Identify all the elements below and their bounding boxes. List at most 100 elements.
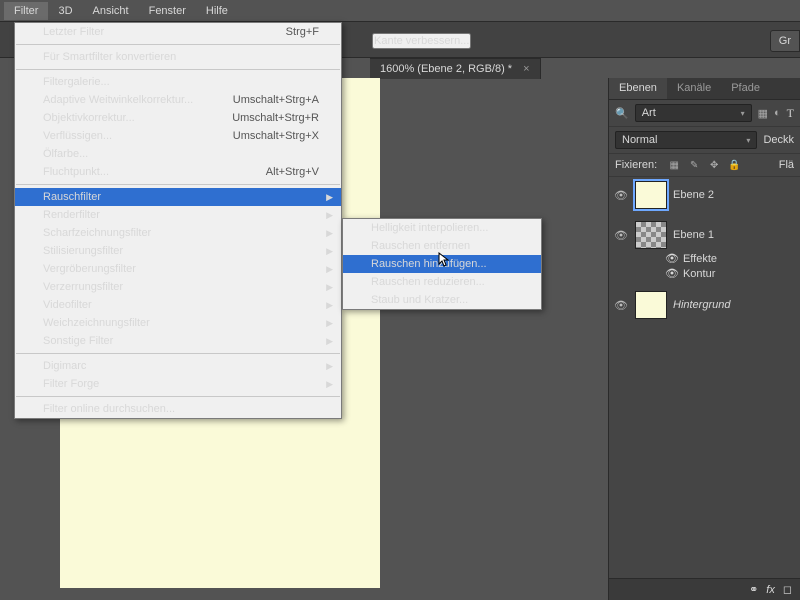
eye-icon[interactable]: 👁 [665,267,679,280]
submenu-item-reduce-noise[interactable]: Rauschen reduzieren... [343,273,541,291]
layer-name[interactable]: Hintergrund [673,299,796,311]
menu-item-sharpen[interactable]: Scharfzeichnungsfilter ▶ [15,224,341,242]
menu-item-label: Filter Forge [43,378,99,390]
menu-item-noise[interactable]: Rauschfilter ▶ [15,188,341,206]
menu-item-filterforge[interactable]: Filter Forge ▶ [15,375,341,393]
layer-name[interactable]: Ebene 2 [673,189,796,201]
menu-item-label: Ölfarbe... [43,148,88,160]
menu-item-shortcut: Umschalt+Strg+A [233,94,319,106]
menu-item-label: Für Smartfilter konvertieren [43,51,176,63]
menu-item-label: Rauschfilter [43,191,101,203]
menu-item-liquify[interactable]: Verflüssigen...Umschalt+Strg+X [15,127,341,145]
mask-icon[interactable]: ◻ [783,583,792,596]
menu-item-label: Renderfilter [43,209,100,221]
menu-item-label: Digimarc [43,360,86,372]
lock-paint-icon[interactable]: ✎ [687,158,701,172]
tab-layers[interactable]: Ebenen [609,78,667,99]
refine-edge-button[interactable]: Kante verbessern... [372,33,471,49]
fx-label: Effekte [683,253,717,265]
menu-item-label: Rauschen reduzieren... [371,276,485,288]
submenu-arrow-icon: ▶ [326,300,333,311]
menu-item-shortcut: Umschalt+Strg+R [232,112,319,124]
layer-row[interactable]: 👁 Hintergrund [609,289,800,321]
submenu-arrow-icon: ▶ [326,210,333,221]
link-icon[interactable]: ⚭ [749,583,758,596]
menu-item-adaptive-wide[interactable]: Adaptive Weitwinkelkorrektur... Umschalt+… [15,91,341,109]
menu-item-lens-correction[interactable]: Objektivkorrektur...Umschalt+Strg+R [15,109,341,127]
submenu-item-add-noise[interactable]: Rauschen hinzufügen... [343,255,541,273]
menu-item-label: Filtergalerie... [43,76,110,88]
layer-kind-dropdown[interactable]: Art▾ [635,104,752,122]
layer-kind-label: Art [642,107,656,119]
menu-item-label: Sonstige Filter [43,335,113,347]
submenu-arrow-icon: ▶ [326,282,333,293]
menu-item-distort[interactable]: Verzerrungsfilter▶ [15,278,341,296]
menu-item-label: Adaptive Weitwinkelkorrektur... [43,94,193,106]
layer-fx-row[interactable]: 👁 Effekte [609,251,800,266]
menu-hilfe[interactable]: Hilfe [196,2,238,20]
search-icon: 🔍 [615,107,629,120]
tab-paths[interactable]: Pfade [721,78,770,99]
visibility-icon[interactable]: 👁 [613,189,629,202]
filter-menu: Letzter Filter Strg+F Für Smartfilter ko… [14,22,342,419]
tab-channels[interactable]: Kanäle [667,78,721,99]
document-tab-title: 1600% (Ebene 2, RGB/8) * [380,63,512,75]
menu-item-label: Scharfzeichnungsfilter [43,227,151,239]
type-filter-icon[interactable]: T [787,106,794,121]
menu-item-label: Rauschen entfernen [371,240,470,252]
menu-item-pixelate[interactable]: Vergröberungsfilter▶ [15,260,341,278]
eye-icon[interactable]: 👁 [665,252,679,265]
opacity-label: Deckk [763,134,794,146]
lock-position-icon[interactable]: ✥ [707,158,721,172]
menu-3d[interactable]: 3D [48,2,82,20]
menu-item-blur[interactable]: Weichzeichnungsfilter▶ [15,314,341,332]
submenu-arrow-icon: ▶ [326,336,333,347]
submenu-arrow-icon: ▶ [326,228,333,239]
menu-item-label: Filter online durchsuchen... [43,403,175,415]
lock-all-icon[interactable]: 🔒 [727,158,741,172]
menu-filter[interactable]: Filter [4,2,48,20]
submenu-item-dust-scratches[interactable]: Staub und Kratzer... [343,291,541,309]
layers-panel-footer: ⚭ fx ◻ [609,578,800,600]
submenu-arrow-icon: ▶ [326,318,333,329]
document-tab[interactable]: 1600% (Ebene 2, RGB/8) * × [370,58,541,79]
submenu-arrow-icon: ▶ [326,246,333,257]
menu-item-shortcut: Alt+Strg+V [266,166,319,178]
menu-item-render[interactable]: Renderfilter ▶ [15,206,341,224]
menu-item-shortcut: Strg+F [286,26,319,38]
toolbar-overflow-button[interactable]: Gr [770,30,800,52]
layer-row[interactable]: 👁 Ebene 2 [609,179,800,211]
submenu-arrow-icon: ▶ [326,379,333,390]
lock-transparent-icon[interactable]: ▦ [667,158,681,172]
menu-item-oilpaint[interactable]: Ölfarbe... [15,145,341,163]
layer-row[interactable]: 👁 Ebene 1 [609,219,800,251]
visibility-icon[interactable]: 👁 [613,299,629,312]
menu-fenster[interactable]: Fenster [139,2,196,20]
close-icon[interactable]: × [523,63,529,75]
submenu-item-despeckle[interactable]: Rauschen entfernen [343,237,541,255]
submenu-arrow-icon: ▶ [326,192,333,203]
menu-item-video[interactable]: Videofilter▶ [15,296,341,314]
menu-item-browse-online[interactable]: Filter online durchsuchen... [15,400,341,418]
menu-item-filtergallery[interactable]: Filtergalerie... [15,73,341,91]
fx-icon[interactable]: fx [766,584,775,596]
layer-thumbnail [635,221,667,249]
pixel-filter-icon[interactable]: ▦ [758,107,768,120]
menu-item-stylize[interactable]: Stilisierungsfilter▶ [15,242,341,260]
visibility-icon[interactable]: 👁 [613,229,629,242]
layer-fx-row[interactable]: 👁Kontur [609,266,800,281]
menu-item-digimarc[interactable]: Digimarc▶ [15,357,341,375]
menu-item-other[interactable]: Sonstige Filter ▶ [15,332,341,350]
layer-thumbnail [635,181,667,209]
menu-ansicht[interactable]: Ansicht [83,2,139,20]
menu-item-shortcut: Umschalt+Strg+X [233,130,319,142]
menu-item-last-filter[interactable]: Letzter Filter Strg+F [15,23,341,41]
adjustment-filter-icon[interactable]: ◐ [774,107,781,119]
menu-item-vanishing[interactable]: Fluchtpunkt...Alt+Strg+V [15,163,341,181]
layer-name[interactable]: Ebene 1 [673,229,796,241]
submenu-item-interpolate[interactable]: Helligkeit interpolieren... [343,219,541,237]
menu-item-smartfilter[interactable]: Für Smartfilter konvertieren [15,48,341,66]
layers-panel: Ebenen Kanäle Pfade 🔍 Art▾ ▦ ◐ T Normal▾… [608,78,800,600]
panel-tabs: Ebenen Kanäle Pfade [609,78,800,100]
blend-mode-dropdown[interactable]: Normal▾ [615,131,757,149]
